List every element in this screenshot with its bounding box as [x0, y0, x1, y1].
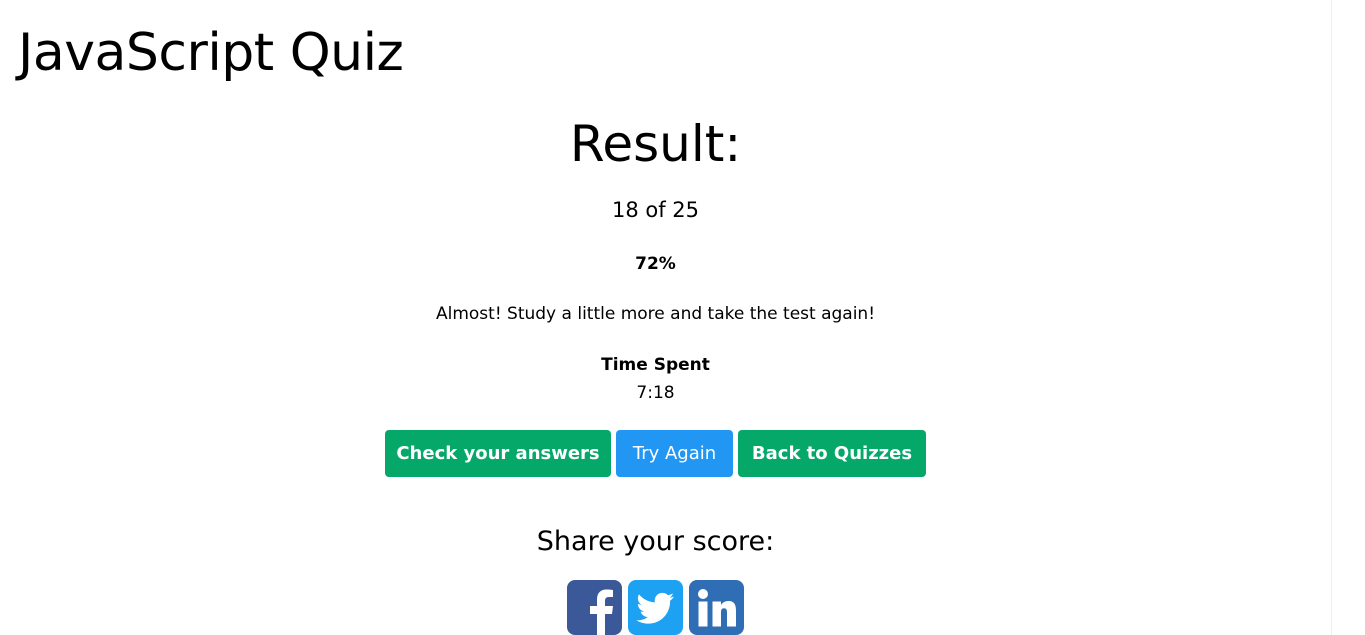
scrollbar-track[interactable] — [1331, 0, 1332, 635]
twitter-icon — [628, 580, 683, 635]
linkedin-icon — [689, 580, 744, 635]
result-heading: Result: — [569, 115, 742, 173]
share-heading: Share your score: — [536, 526, 775, 557]
twitter-share-button[interactable] — [628, 580, 683, 635]
page-title: JavaScript Quiz — [18, 23, 404, 83]
quiz-result-page: JavaScript Quiz Result: 18 of 25 72% Alm… — [0, 0, 1365, 635]
facebook-share-button[interactable] — [567, 580, 622, 635]
time-spent-value: 7:18 — [636, 383, 675, 403]
score-message: Almost! Study a little more and take the… — [435, 304, 876, 324]
score-count: 18 of 25 — [611, 198, 700, 222]
facebook-icon — [567, 580, 622, 635]
try-again-button[interactable]: Try Again — [616, 430, 733, 477]
time-spent-label: Time Spent — [601, 355, 710, 375]
score-percent: 72% — [635, 254, 676, 274]
back-to-quizzes-button[interactable]: Back to Quizzes — [738, 430, 926, 477]
linkedin-share-button[interactable] — [689, 580, 744, 635]
check-answers-button[interactable]: Check your answers — [385, 430, 611, 477]
